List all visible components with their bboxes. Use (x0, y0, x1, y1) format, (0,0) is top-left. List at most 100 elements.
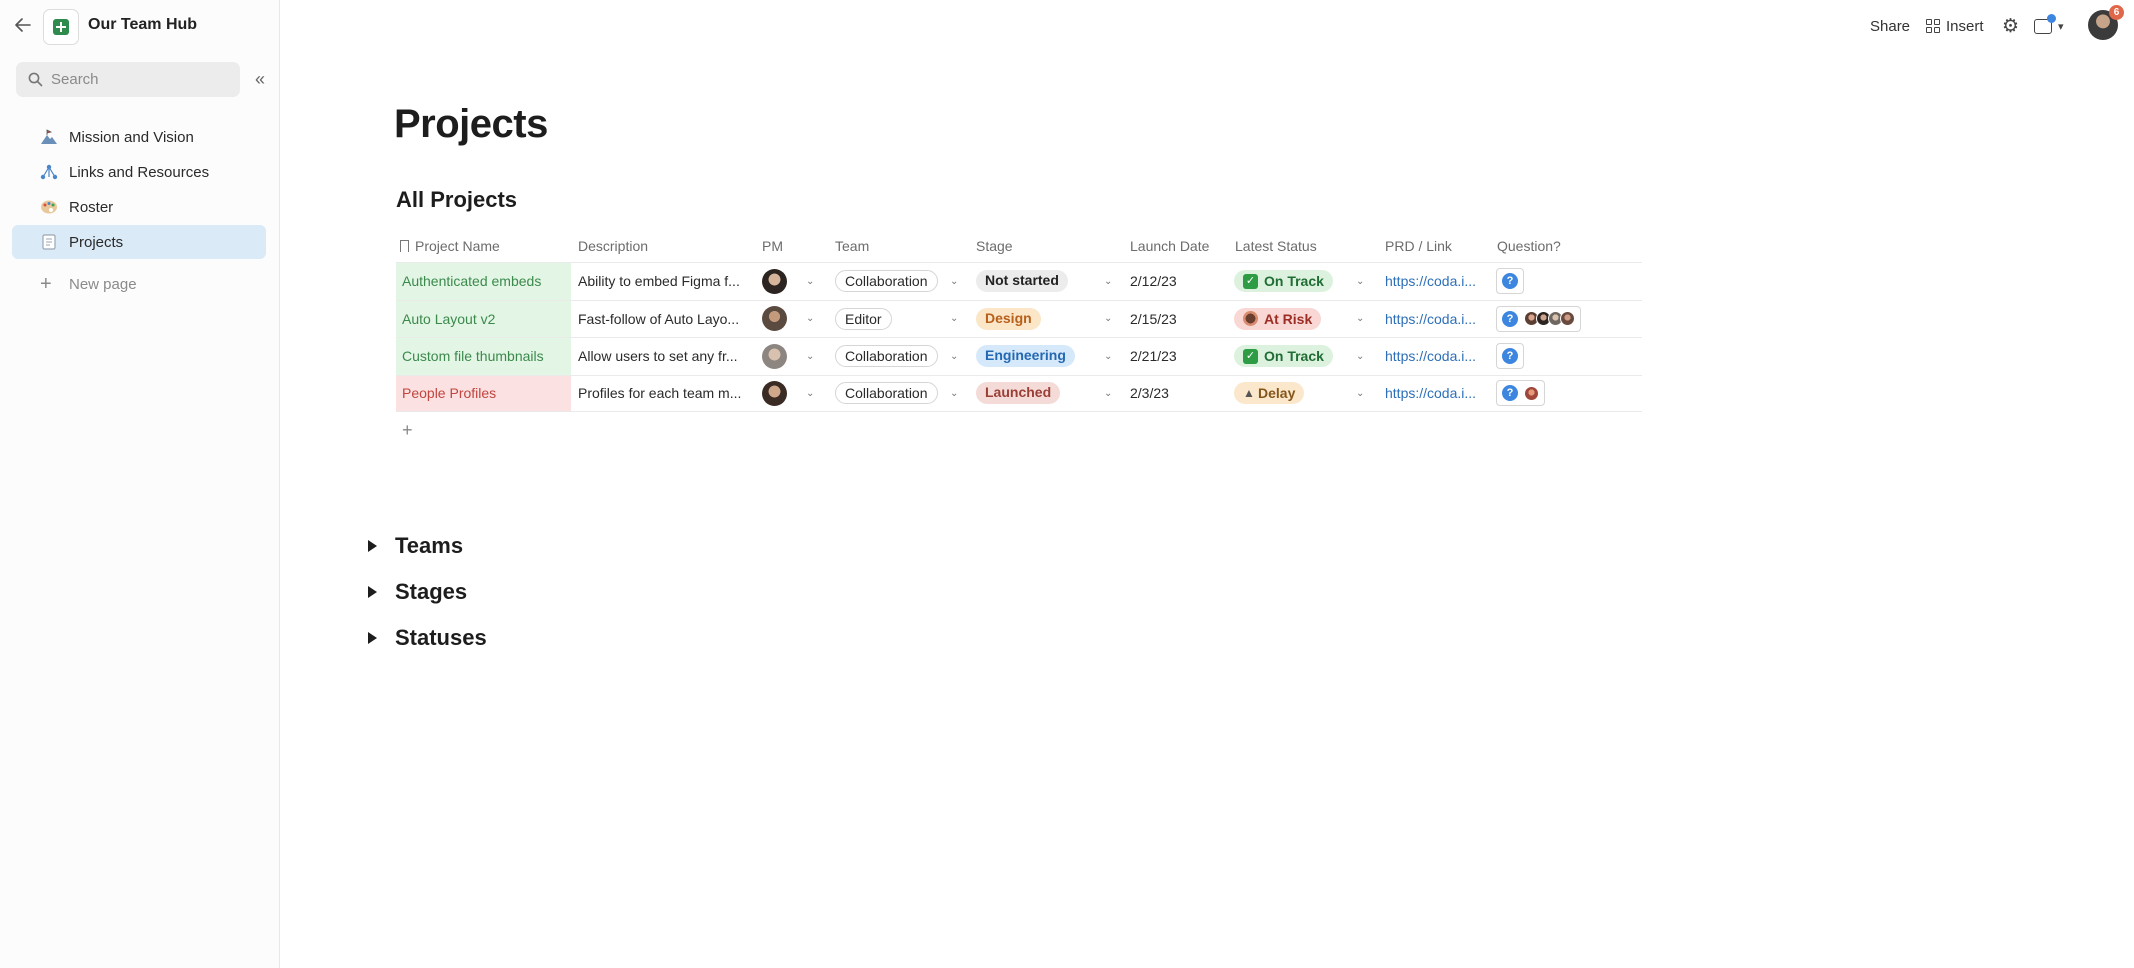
avatar[interactable]: 6 (2088, 5, 2124, 40)
section-stages[interactable]: Stages (368, 579, 467, 605)
add-row-button[interactable]: + (402, 420, 413, 441)
section-statuses[interactable]: Statuses (368, 625, 487, 651)
launch-date-cell[interactable]: 2/15/23 (1130, 301, 1220, 338)
team-cell[interactable]: Collaboration ⌄ (835, 338, 965, 375)
sidebar-item-mission-and-vision[interactable]: Mission and Vision (12, 120, 266, 154)
back-arrow-icon[interactable] (12, 14, 34, 36)
stage-cell[interactable]: Design ⌄ (976, 301, 1116, 338)
team-cell[interactable]: Collaboration ⌄ (835, 376, 965, 412)
question-cell[interactable]: ? (1496, 263, 1636, 300)
column-header-description[interactable]: Description (578, 238, 648, 254)
column-header-project-name[interactable]: Project Name (400, 238, 500, 254)
pm-cell[interactable]: ⌄ (762, 301, 822, 338)
chevron-down-icon[interactable]: ⌄ (950, 351, 958, 362)
prd-link[interactable]: https://coda.i... (1385, 301, 1485, 338)
search-box[interactable] (16, 62, 240, 97)
bookmark-icon (400, 240, 409, 252)
column-header-question[interactable]: Question? (1497, 238, 1561, 254)
prd-link[interactable]: https://coda.i... (1385, 376, 1485, 412)
team-cell[interactable]: Collaboration ⌄ (835, 263, 965, 300)
question-cell[interactable]: ? (1496, 301, 1636, 338)
description-cell[interactable]: Fast-follow of Auto Layo... (578, 301, 758, 338)
comments-button[interactable]: ▾ (2034, 13, 2064, 38)
chevron-down-icon[interactable]: ⌄ (806, 276, 814, 287)
column-header-latest-status[interactable]: Latest Status (1235, 238, 1317, 254)
chevron-down-icon[interactable]: ⌄ (1104, 313, 1112, 324)
question-cell[interactable]: ? (1496, 338, 1636, 375)
sidebar-item-projects[interactable]: Projects (12, 225, 266, 259)
share-button[interactable]: Share (1870, 14, 1910, 38)
triangle-right-icon[interactable] (368, 540, 377, 552)
launch-date-cell[interactable]: 2/3/23 (1130, 376, 1220, 412)
table-row[interactable]: Authenticated embeds Ability to embed Fi… (396, 262, 1642, 300)
question-box[interactable]: ? (1496, 305, 1581, 332)
stage-cell[interactable]: Engineering ⌄ (976, 338, 1116, 375)
sidebar-item-roster[interactable]: Roster (12, 190, 266, 224)
chevron-down-icon[interactable]: ⌄ (806, 351, 814, 362)
prd-link[interactable]: https://coda.i... (1385, 338, 1485, 375)
doc-title[interactable]: Our Team Hub (88, 16, 197, 34)
pm-cell[interactable]: ⌄ (762, 376, 822, 412)
new-page-button[interactable]: + New page (40, 274, 137, 294)
insert-button[interactable]: Insert (1926, 14, 1984, 38)
column-header-stage[interactable]: Stage (976, 238, 1013, 254)
chevron-down-icon[interactable]: ⌄ (1356, 313, 1364, 324)
status-cell[interactable]: ✓ On Track ⌄ (1234, 338, 1364, 375)
launch-date-cell[interactable]: 2/12/23 (1130, 263, 1220, 300)
prd-link[interactable]: https://coda.i... (1385, 263, 1485, 300)
new-page-label: New page (69, 275, 137, 293)
search-input[interactable] (51, 71, 231, 88)
chevron-down-icon[interactable]: ⌄ (1356, 351, 1364, 362)
project-name-cell[interactable]: Auto Layout v2 (396, 300, 571, 337)
column-header-prd-link[interactable]: PRD / Link (1385, 238, 1452, 254)
column-header-pm[interactable]: PM (762, 238, 783, 254)
gear-icon[interactable]: ⚙ (2002, 14, 2019, 38)
triangle-right-icon[interactable] (368, 632, 377, 644)
description-cell[interactable]: Ability to embed Figma f... (578, 263, 758, 300)
chevron-down-icon[interactable]: ⌄ (806, 388, 814, 399)
table-title[interactable]: All Projects (396, 187, 517, 213)
description-cell[interactable]: Profiles for each team m... (578, 376, 758, 412)
question-cell[interactable]: ? (1496, 376, 1636, 412)
chevron-down-icon[interactable]: ⌄ (806, 313, 814, 324)
status-cell[interactable]: ▲ Delay ⌄ (1234, 376, 1364, 412)
sidebar-item-label: Projects (69, 233, 124, 251)
question-box[interactable]: ? (1496, 268, 1524, 295)
description-cell[interactable]: Allow users to set any fr... (578, 338, 758, 375)
table-header: Project Name Description PM Team Stage L… (396, 230, 1642, 262)
triangle-right-icon[interactable] (368, 586, 377, 598)
launch-date-cell[interactable]: 2/21/23 (1130, 338, 1220, 375)
chevron-down-icon[interactable]: ⌄ (1104, 276, 1112, 287)
status-cell[interactable]: At Risk ⌄ (1234, 301, 1364, 338)
pm-avatar (762, 306, 787, 332)
chevron-down-icon[interactable]: ⌄ (950, 388, 958, 399)
project-name-cell[interactable]: People Profiles (396, 375, 571, 411)
column-header-launch-date[interactable]: Launch Date (1130, 238, 1209, 254)
comment-icon (2034, 13, 2056, 34)
chevron-down-icon[interactable]: ⌄ (1104, 388, 1112, 399)
chevron-down-icon[interactable]: ⌄ (1356, 276, 1364, 287)
stage-cell[interactable]: Not started ⌄ (976, 263, 1116, 300)
sidebar-item-links-and-resources[interactable]: Links and Resources (12, 155, 266, 189)
chevron-down-icon[interactable]: ⌄ (950, 313, 958, 324)
pm-cell[interactable]: ⌄ (762, 338, 822, 375)
project-name-cell[interactable]: Custom file thumbnails (396, 338, 571, 375)
column-header-team[interactable]: Team (835, 238, 869, 254)
chevron-down-icon[interactable]: ⌄ (1356, 388, 1364, 399)
table-row[interactable]: People Profiles Profiles for each team m… (396, 374, 1642, 412)
pm-cell[interactable]: ⌄ (762, 263, 822, 300)
question-icon: ? (1502, 385, 1518, 402)
stage-cell[interactable]: Launched ⌄ (976, 376, 1116, 412)
collapse-sidebar-icon[interactable]: « (250, 70, 270, 90)
question-box[interactable]: ? (1496, 343, 1524, 370)
chevron-down-icon[interactable]: ⌄ (950, 276, 958, 287)
status-cell[interactable]: ✓ On Track ⌄ (1234, 263, 1364, 300)
table-row[interactable]: Auto Layout v2 Fast-follow of Auto Layo.… (396, 299, 1642, 338)
doc-icon[interactable] (43, 9, 79, 45)
table-row[interactable]: Custom file thumbnails Allow users to se… (396, 337, 1642, 375)
question-box[interactable]: ? (1496, 380, 1545, 407)
section-teams[interactable]: Teams (368, 533, 463, 559)
chevron-down-icon[interactable]: ⌄ (1104, 351, 1112, 362)
team-cell[interactable]: Editor ⌄ (835, 301, 965, 338)
project-name-cell[interactable]: Authenticated embeds (396, 263, 571, 300)
